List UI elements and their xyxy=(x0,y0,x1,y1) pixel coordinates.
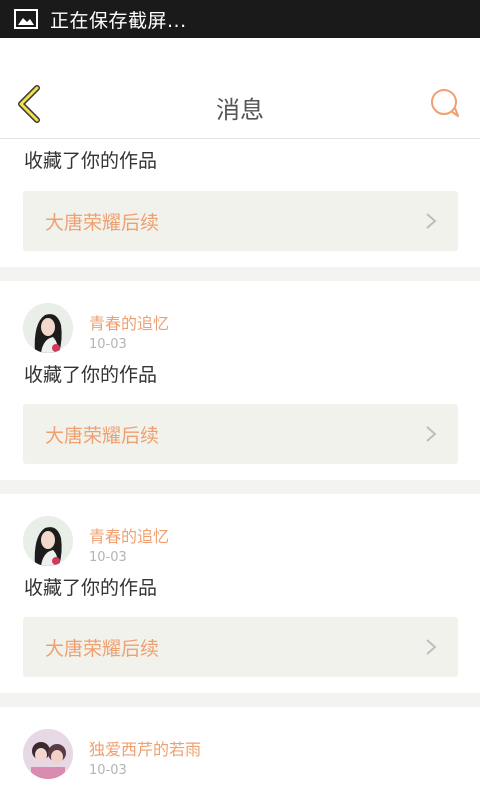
avatar[interactable] xyxy=(23,516,73,566)
chevron-right-icon xyxy=(426,213,437,229)
avatar[interactable] xyxy=(23,303,73,353)
message-user-row[interactable]: 青春的追忆 10-03 xyxy=(0,281,480,359)
message-action-text: 收藏了你的作品 xyxy=(24,150,158,172)
chevron-right-icon xyxy=(426,426,437,442)
chat-button[interactable] xyxy=(428,88,462,122)
work-title: 大唐荣耀后续 xyxy=(45,424,160,447)
message-user-row[interactable]: 青春的追忆 10-03 xyxy=(0,494,480,572)
card-spacer xyxy=(0,464,480,480)
card-divider xyxy=(0,267,480,281)
message-date: 10-03 xyxy=(89,337,127,352)
message-date: 10-03 xyxy=(89,763,127,778)
message-card: 青春的追忆 10-03 收藏了你的作品 大唐荣耀后续 xyxy=(0,281,480,480)
message-card: 独爱西芹的若雨 10-03 xyxy=(0,707,480,785)
work-title: 大唐荣耀后续 xyxy=(45,637,160,660)
message-action-text: 收藏了你的作品 xyxy=(24,364,158,386)
chat-bubble-icon xyxy=(430,88,460,122)
message-action-text: 收藏了你的作品 xyxy=(24,577,158,599)
message-list: 收藏了你的作品 大唐荣耀后续 青春的追忆 10-03 收藏了你的作品 大唐荣耀后… xyxy=(0,139,480,785)
message-card: 青春的追忆 10-03 收藏了你的作品 大唐荣耀后续 xyxy=(0,494,480,693)
work-title: 大唐荣耀后续 xyxy=(45,211,160,234)
card-divider xyxy=(0,693,480,707)
avatar[interactable] xyxy=(23,729,73,779)
status-bar: 正在保存截屏... xyxy=(0,0,480,38)
work-link[interactable]: 大唐荣耀后续 xyxy=(23,617,458,677)
message-user-row[interactable]: 独爱西芹的若雨 10-03 xyxy=(0,707,480,785)
username[interactable]: 青春的追忆 xyxy=(89,523,169,547)
message-card: 收藏了你的作品 大唐荣耀后续 xyxy=(0,143,480,267)
card-spacer xyxy=(0,677,480,693)
chevron-right-icon xyxy=(426,639,437,655)
username[interactable]: 青春的追忆 xyxy=(89,310,169,334)
card-spacer xyxy=(0,251,480,267)
top-app-bar: 消息 xyxy=(0,38,480,139)
screenshot-image-icon xyxy=(14,9,38,29)
status-text: 正在保存截屏... xyxy=(50,9,187,32)
work-link[interactable]: 大唐荣耀后续 xyxy=(23,191,458,251)
work-link[interactable]: 大唐荣耀后续 xyxy=(23,404,458,464)
card-divider xyxy=(0,480,480,494)
username[interactable]: 独爱西芹的若雨 xyxy=(89,736,201,760)
message-date: 10-03 xyxy=(89,550,127,565)
page-title: 消息 xyxy=(216,96,264,124)
